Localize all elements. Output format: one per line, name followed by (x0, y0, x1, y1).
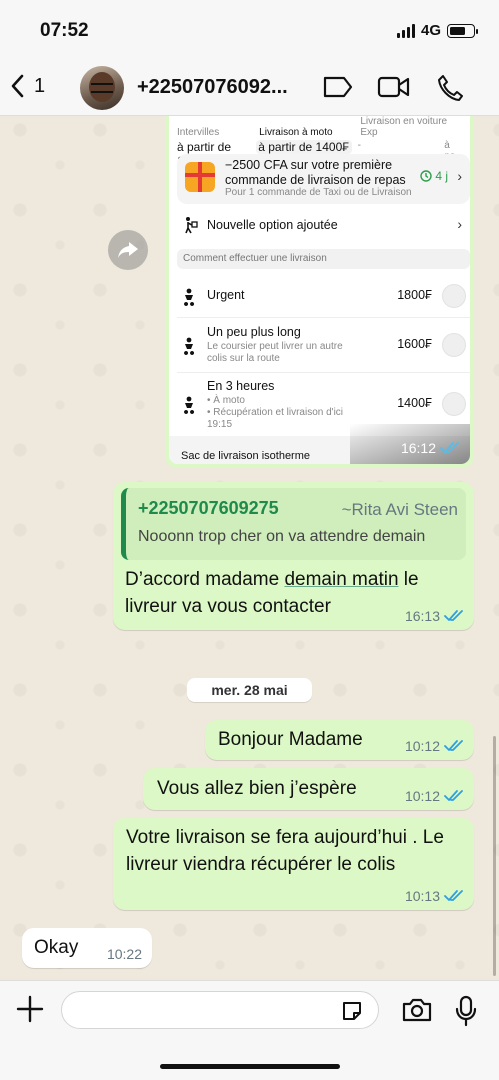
home-indicator (160, 1064, 340, 1069)
quoted-sender-phone: +2250707609275 (138, 498, 279, 518)
image-text: Un peu plus long (207, 325, 301, 339)
image-text: En 3 heures (207, 379, 275, 393)
unread-count: 1 (34, 74, 46, 97)
read-ticks-icon (444, 890, 463, 901)
message-bubble[interactable]: Vous allez bien j’espère 10:12 (143, 768, 474, 810)
courier-icon (184, 337, 195, 355)
chat-header: 1 +22507076092... (0, 60, 499, 116)
image-text: Le coursier peut livrer un autre colis s… (207, 341, 343, 364)
image-message[interactable]: Intervilles Livraison à moto Livraison e… (165, 116, 474, 468)
courier-icon (184, 396, 195, 414)
radio-button (442, 392, 466, 416)
label-icon[interactable] (322, 74, 354, 100)
battery-icon (447, 23, 478, 38)
message-time: 16:12 (400, 440, 436, 456)
message-meta: 10:22 (107, 946, 142, 962)
message-meta: 10:13 (405, 888, 464, 904)
status-time: 07:52 (40, 20, 89, 41)
message-time: 10:12 (404, 788, 440, 804)
reply-message-bubble[interactable]: +2250707609275 ~Rita Avi Steen Nooonn tr… (113, 482, 474, 630)
signal-icon (396, 23, 415, 38)
image-text: Pour 1 commande de Taxi ou de Livraison (225, 187, 412, 198)
image-text: • À moto • Récupération et livraison d'i… (207, 395, 344, 430)
incoming-message-bubble[interactable]: Okay 10:22 (22, 928, 152, 968)
message-text: Vous allez bien j’espère (157, 778, 357, 799)
image-section-label: Comment effectuer une livraison (177, 249, 470, 269)
image-text: 1600₣ (397, 337, 432, 351)
avatar[interactable] (80, 66, 124, 110)
image-text: 1800₣ (397, 288, 432, 302)
screenshot-image[interactable]: Intervilles Livraison à moto Livraison e… (169, 116, 470, 464)
sticker-icon[interactable] (340, 999, 364, 1023)
phone-icon[interactable] (437, 74, 463, 102)
read-ticks-icon (444, 740, 463, 751)
message-input[interactable] (61, 991, 379, 1029)
image-delivery-types: Intervilles Livraison à moto Livraison e… (169, 116, 470, 138)
radio-button (442, 284, 466, 308)
image-text: 4 j (435, 169, 448, 183)
image-text: Urgent (207, 288, 245, 302)
image-text: à partir de 1400₣ (256, 140, 352, 154)
camera-icon[interactable] (401, 997, 433, 1023)
image-promo-banner: −2500 CFA sur votre première commande de… (177, 154, 470, 204)
message-time: 10:22 (106, 946, 142, 962)
image-option-row: Urgent 1800₣ (177, 276, 470, 318)
forward-icon (118, 242, 138, 258)
plus-icon[interactable] (14, 991, 46, 1027)
back-button[interactable]: 1 (10, 74, 45, 98)
message-text: Votre livraison se fera aujourd’hui . Le… (126, 827, 444, 875)
image-text: Livraison en voiture Exp (360, 116, 448, 138)
quoted-text: Nooonn trop cher on va attendre demain (138, 528, 426, 545)
gift-icon (185, 162, 215, 192)
message-text: Bonjour Madame (218, 729, 363, 750)
image-text: Intervilles (177, 127, 220, 138)
image-option-row: Un peu plus long Le coursier peut livrer… (177, 319, 470, 373)
message-meta: 16:13 (405, 608, 464, 624)
network-type: 4G (420, 22, 441, 39)
status-indicators: 4G (396, 22, 478, 39)
microphone-icon[interactable] (455, 995, 477, 1027)
chevron-left-icon (11, 74, 24, 98)
forward-button[interactable] (108, 230, 148, 270)
date-separator: mer. 28 mai (187, 678, 312, 702)
read-ticks-icon (440, 442, 459, 453)
radio-button (442, 333, 466, 357)
message-bubble[interactable]: Votre livraison se fera aujourd’hui . Le… (113, 818, 474, 910)
message-time: 10:12 (404, 738, 440, 754)
image-new-option: Nouvelle option ajoutée › (177, 212, 470, 242)
image-text: - (357, 140, 362, 151)
status-bar: 07:52 4G (0, 0, 499, 60)
quoted-message[interactable]: +2250707609275 ~Rita Avi Steen Nooonn tr… (121, 488, 466, 560)
message-meta: 10:12 (405, 738, 464, 754)
chat-scrollbar[interactable] (493, 736, 496, 976)
courier-icon (184, 288, 195, 306)
message-link[interactable]: demain matin (284, 569, 398, 590)
read-ticks-icon (444, 610, 463, 621)
video-call-icon[interactable] (377, 74, 411, 100)
chat-area[interactable]: Intervilles Livraison à moto Livraison e… (0, 116, 499, 982)
message-bubble[interactable]: Bonjour Madame 10:12 (205, 720, 474, 760)
chevron-right-icon: › (457, 168, 462, 184)
message-text: Okay (34, 937, 79, 958)
message-meta: 16:12 (401, 440, 460, 456)
image-text: −2500 CFA sur votre première commande de… (225, 158, 406, 187)
message-time: 16:13 (404, 608, 440, 624)
image-text: Nouvelle option ajoutée (207, 218, 338, 232)
chevron-right-icon: › (457, 216, 462, 232)
contact-name[interactable]: +22507076092... (137, 76, 312, 99)
image-prices: à partir de 1990₣ à partir de 1400₣ - à … (169, 138, 470, 168)
quoted-sender-name: ~Rita Avi Steen (341, 500, 458, 519)
timer-badge: 4 j (420, 169, 448, 183)
read-ticks-icon (444, 790, 463, 801)
image-text: Livraison à moto (259, 127, 333, 138)
message-time: 10:13 (404, 888, 440, 904)
image-text: 1400₣ (397, 396, 432, 410)
clock-icon (420, 170, 433, 182)
person-parcel-icon (185, 217, 198, 234)
message-text-part: D’accord madame (125, 569, 285, 590)
message-meta: 10:12 (405, 788, 464, 804)
